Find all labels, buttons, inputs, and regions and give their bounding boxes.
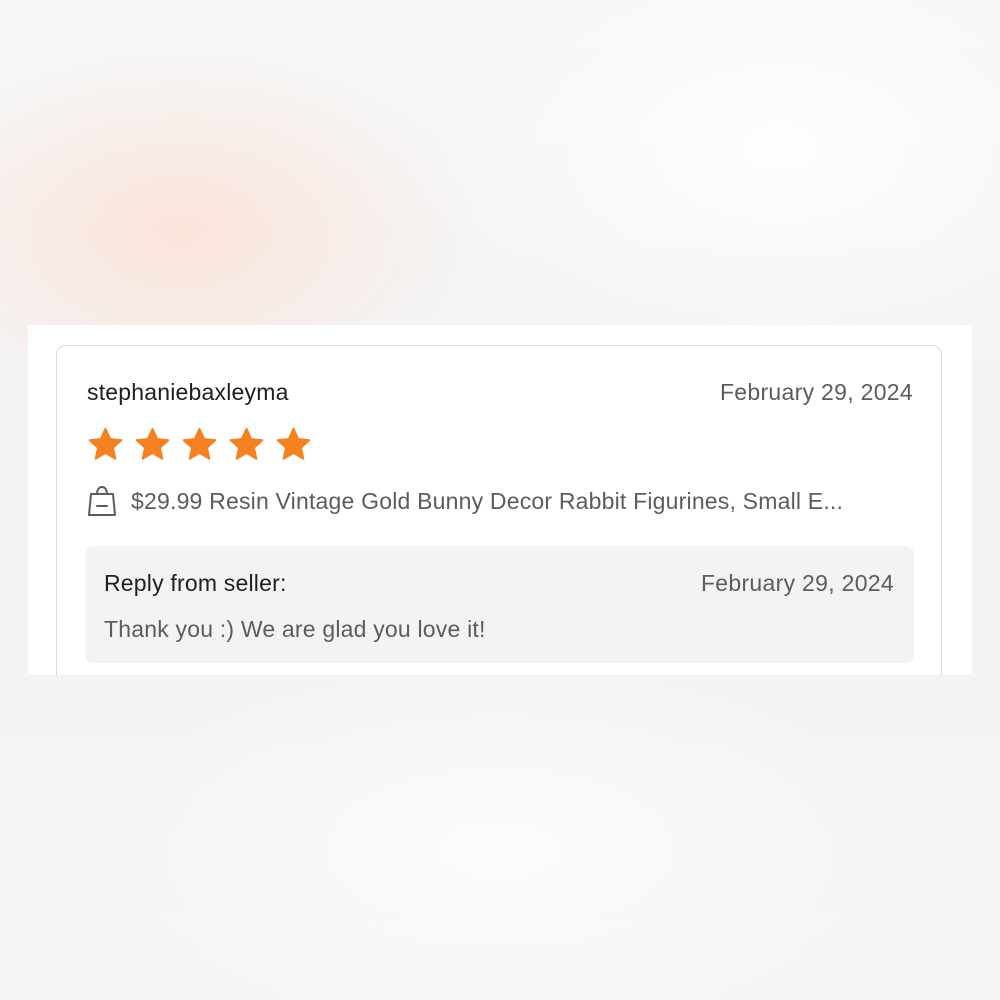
star-icon [135,427,170,460]
product-link[interactable]: $29.99 Resin Vintage Gold Bunny Decor Ra… [87,484,917,518]
reviewer-name[interactable]: stephaniebaxleyma [87,379,289,406]
product-title[interactable]: $29.99 Resin Vintage Gold Bunny Decor Ra… [131,488,843,515]
reply-label: Reply from seller: [104,570,287,596]
review-date: February 29, 2024 [719,379,913,405]
reply-text: Thank you :) We are glad you love it! [104,616,486,642]
reply-date: February 29, 2024 [700,570,894,596]
star-icon [276,427,311,460]
star-icon [229,427,264,460]
star-rating [87,426,312,464]
star-icon [182,427,217,460]
review-panel: stephaniebaxleyma February 29, 2024 $29.… [28,325,972,675]
shopping-bag-icon [88,485,116,516]
star-icon [88,427,123,460]
seller-reply: Reply from seller: February 29, 2024 Tha… [85,546,914,663]
review-card: stephaniebaxleyma February 29, 2024 $29.… [56,345,942,675]
